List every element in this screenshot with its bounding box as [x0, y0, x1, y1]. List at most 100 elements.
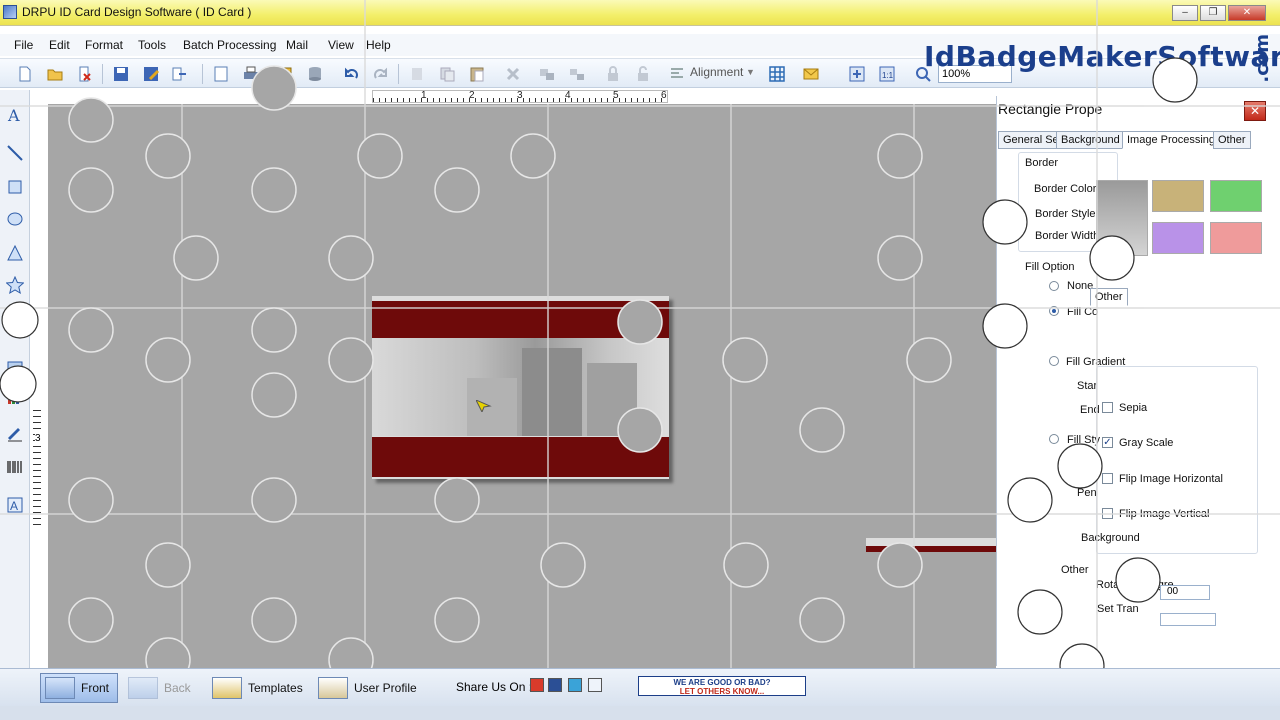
tab-background[interactable]: Background	[1056, 131, 1125, 149]
card-bottom-band[interactable]	[372, 437, 669, 477]
sepia-checkbox[interactable]	[1102, 402, 1113, 413]
ungroup-icon[interactable]	[568, 65, 586, 83]
maximize-button[interactable]: ❐	[1200, 5, 1226, 21]
actual-size-icon[interactable]: 1:1	[878, 65, 896, 83]
ruler-label: 5	[613, 90, 619, 101]
front-label: Front	[81, 681, 110, 695]
user-profile-button[interactable]: User Profile	[318, 673, 417, 703]
fill-none-radio[interactable]	[1049, 281, 1059, 291]
rectangle-tool-icon[interactable]	[6, 178, 24, 196]
ellipse-tool-icon[interactable]	[6, 210, 24, 228]
fill-color-label: Fill Co	[1067, 306, 1099, 318]
templates-button[interactable]: Templates	[212, 673, 303, 703]
menu-format[interactable]: Format	[85, 38, 123, 52]
database-icon[interactable]	[306, 65, 324, 83]
menu-mail[interactable]: Mail	[286, 38, 308, 52]
redo-icon[interactable]	[372, 65, 390, 83]
facebook-icon[interactable]	[548, 678, 562, 692]
menu-help[interactable]: Help	[366, 38, 391, 52]
export-icon[interactable]	[170, 65, 188, 83]
alignment-dropdown[interactable]: Alignment	[690, 65, 743, 79]
page-setup-icon[interactable]	[212, 65, 230, 83]
image-preview-original[interactable]	[1096, 180, 1148, 256]
import-data-icon[interactable]	[276, 65, 294, 83]
save-as-icon[interactable]	[142, 65, 160, 83]
watermark-icon[interactable]: A	[6, 496, 24, 514]
email-share-icon[interactable]	[588, 678, 602, 692]
templates-icon	[212, 677, 242, 699]
library-icon[interactable]	[6, 388, 24, 406]
email-icon[interactable]	[802, 65, 820, 83]
back-card-icon	[128, 677, 158, 699]
copy-icon[interactable]	[438, 65, 456, 83]
undo-icon[interactable]	[342, 65, 360, 83]
ruler-label: 2	[469, 90, 475, 101]
front-card-icon	[45, 677, 75, 699]
tab-image-processing[interactable]: Image Processing	[1122, 131, 1221, 149]
back-button[interactable]: Back	[128, 673, 191, 703]
horizontal-ruler: 1 2 3 4 5 6	[372, 90, 668, 103]
id-card-preview[interactable]	[372, 296, 669, 479]
user-profile-icon	[318, 677, 348, 699]
transparency-input[interactable]	[1160, 613, 1216, 626]
delete-icon[interactable]	[504, 65, 522, 83]
tab-other-inner[interactable]: Other	[1090, 288, 1128, 306]
front-button[interactable]: Front	[40, 673, 118, 703]
image-preview-purple[interactable]	[1152, 222, 1204, 254]
menu-batch-processing[interactable]: Batch Processing	[183, 38, 276, 52]
close-button[interactable]: ✕	[1228, 5, 1266, 21]
fit-window-icon[interactable]	[848, 65, 866, 83]
triangle-tool-icon[interactable]	[6, 244, 24, 262]
brand-tld: .com	[1252, 34, 1273, 83]
menu-tools[interactable]: Tools	[138, 38, 166, 52]
print-icon[interactable]	[242, 65, 260, 83]
rotation-input[interactable]: 00	[1160, 585, 1210, 600]
new-icon[interactable]	[16, 65, 34, 83]
feedback-banner[interactable]: WE ARE GOOD OR BAD? LET OTHERS KNOW...	[638, 676, 806, 696]
fill-gradient-radio[interactable]	[1049, 356, 1059, 366]
image-preview-sepia[interactable]	[1152, 180, 1204, 212]
title-bar: DRPU ID Card Design Software ( ID Card )…	[0, 0, 1280, 26]
menu-file[interactable]: File	[14, 38, 33, 52]
panel-title: Rectangle Prope	[998, 101, 1103, 117]
fill-color-radio[interactable]	[1049, 306, 1059, 316]
twitter-icon[interactable]	[568, 678, 582, 692]
star-tool-icon[interactable]	[5, 275, 25, 295]
card-top-band[interactable]	[372, 301, 669, 338]
panel-close-button[interactable]: ✕	[1244, 101, 1266, 121]
flip-horizontal-checkbox[interactable]	[1102, 473, 1113, 484]
unlock-icon[interactable]	[634, 65, 652, 83]
image-preview-red[interactable]	[1210, 222, 1262, 254]
menu-view[interactable]: View	[328, 38, 354, 52]
google-plus-icon[interactable]	[530, 678, 544, 692]
fill-style-radio[interactable]	[1049, 434, 1059, 444]
cut-icon[interactable]	[408, 65, 426, 83]
open-icon[interactable]	[46, 65, 64, 83]
line-tool-icon[interactable]	[6, 144, 24, 162]
templates-label: Templates	[248, 681, 303, 695]
tab-other[interactable]: Other	[1213, 131, 1251, 149]
save-icon[interactable]	[112, 65, 130, 83]
card-background-image[interactable]	[372, 338, 669, 436]
minimize-button[interactable]: –	[1172, 5, 1198, 21]
close-file-icon[interactable]	[76, 65, 94, 83]
flip-vertical-checkbox[interactable]	[1102, 508, 1113, 519]
barcode-icon[interactable]	[6, 458, 24, 476]
svg-text:A: A	[7, 106, 20, 124]
image-tool-icon[interactable]	[6, 358, 24, 376]
text-tool-icon[interactable]: A	[6, 106, 24, 125]
shape-library-icon[interactable]	[5, 313, 25, 333]
vertical-ruler-label: 3	[35, 433, 41, 444]
grid-icon[interactable]	[768, 65, 786, 83]
paste-icon[interactable]	[468, 65, 486, 83]
window-controls: – ❐ ✕	[1172, 5, 1266, 21]
border-width-label: Border Width	[1035, 230, 1100, 242]
signature-icon[interactable]	[6, 424, 24, 442]
lock-icon[interactable]	[604, 65, 622, 83]
ruler-label: 6	[661, 90, 667, 101]
gray-scale-checkbox[interactable]: ✓	[1102, 437, 1113, 448]
feedback-line-1: WE ARE GOOD OR BAD?	[673, 678, 771, 687]
group-icon[interactable]	[538, 65, 556, 83]
image-preview-green[interactable]	[1210, 180, 1262, 212]
menu-edit[interactable]: Edit	[49, 38, 70, 52]
